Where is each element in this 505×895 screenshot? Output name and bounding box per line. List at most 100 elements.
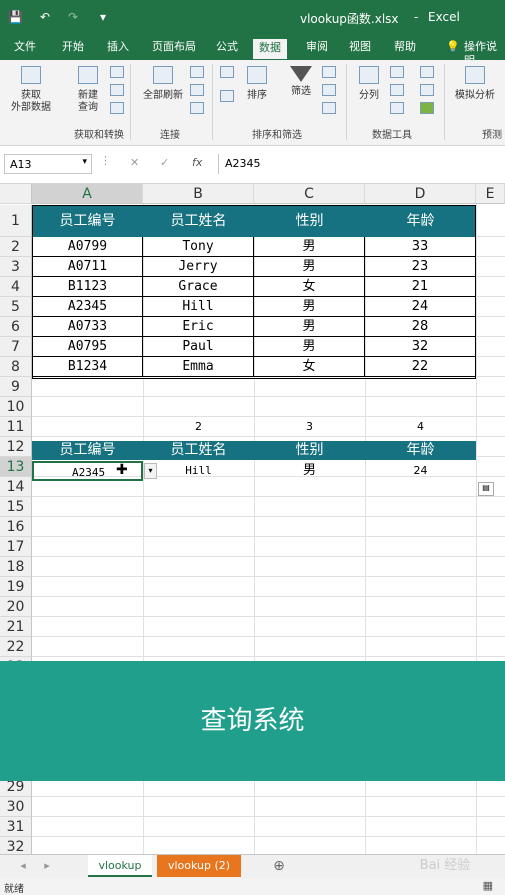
- row-header-11[interactable]: 11: [0, 417, 32, 437]
- redo-icon[interactable]: ↷: [68, 10, 78, 24]
- scroll-left-icon[interactable]: ◂: [16, 855, 30, 877]
- tab-help[interactable]: 帮助: [388, 40, 422, 60]
- edit-links-icon[interactable]: [190, 102, 204, 114]
- show-queries-icon[interactable]: [110, 66, 124, 78]
- chevron-down-icon[interactable]: ▾: [82, 157, 87, 167]
- column-header-d[interactable]: D: [365, 184, 476, 204]
- tab-home[interactable]: 开始: [56, 40, 90, 60]
- recent-sources-icon[interactable]: [110, 102, 124, 114]
- cell-age[interactable]: 28: [365, 317, 476, 337]
- tab-page-layout[interactable]: 页面布局: [146, 40, 202, 60]
- cell-employee-name[interactable]: Hill: [143, 297, 254, 317]
- row-header-3[interactable]: 3: [0, 257, 32, 277]
- cell-gender[interactable]: 女: [254, 277, 365, 297]
- undo-icon[interactable]: ↶: [40, 10, 50, 24]
- row-header-32[interactable]: 32: [0, 837, 32, 854]
- cell-gender[interactable]: 男: [254, 237, 365, 257]
- sort-desc-button[interactable]: [218, 90, 236, 108]
- tab-file[interactable]: 文件: [8, 40, 42, 60]
- cell-gender[interactable]: 男: [254, 337, 365, 357]
- formula-input[interactable]: A2345: [218, 154, 505, 174]
- sort-button[interactable]: 排序: [240, 66, 274, 102]
- row-header-31[interactable]: 31: [0, 817, 32, 837]
- cell-age[interactable]: 22: [365, 357, 476, 377]
- get-data-button[interactable]: 获取 外部数据: [6, 66, 56, 114]
- page-layout-icon[interactable]: ▦: [483, 879, 493, 892]
- row-header-18[interactable]: 18: [0, 557, 32, 577]
- cell-age[interactable]: 23: [365, 257, 476, 277]
- paste-options-icon[interactable]: ▤: [478, 482, 494, 496]
- tab-data[interactable]: 数据: [253, 39, 287, 59]
- cell-employee-id[interactable]: A0799: [32, 237, 143, 257]
- cell-age[interactable]: 32: [365, 337, 476, 357]
- new-query-button[interactable]: 新建 查询: [70, 66, 106, 114]
- filter-button[interactable]: 筛选: [284, 66, 318, 98]
- connections-icon[interactable]: [190, 66, 204, 78]
- row-header-20[interactable]: 20: [0, 597, 32, 617]
- row-header-13[interactable]: 13: [0, 457, 32, 477]
- cell-gender[interactable]: 男: [254, 317, 365, 337]
- scroll-right-icon[interactable]: ▸: [40, 855, 54, 877]
- row-header-1[interactable]: 1: [0, 205, 32, 237]
- cell-employee-name[interactable]: Tony: [143, 237, 254, 257]
- cell-employee-id[interactable]: A0795: [32, 337, 143, 357]
- cell-age[interactable]: 24: [365, 297, 476, 317]
- reapply-icon[interactable]: [322, 84, 336, 96]
- row-header-7[interactable]: 7: [0, 337, 32, 357]
- column-header-a[interactable]: A: [32, 184, 143, 204]
- save-icon[interactable]: 💾: [8, 10, 23, 24]
- clear-filter-icon[interactable]: [322, 66, 336, 78]
- cell-employee-id[interactable]: A2345: [32, 297, 143, 317]
- row-header-16[interactable]: 16: [0, 517, 32, 537]
- cancel-icon[interactable]: ✕: [130, 156, 139, 169]
- cell-employee-id[interactable]: B1234: [32, 357, 143, 377]
- row-header-5[interactable]: 5: [0, 297, 32, 317]
- row-header-15[interactable]: 15: [0, 497, 32, 517]
- cell-employee-id[interactable]: B1123: [32, 277, 143, 297]
- name-box[interactable]: A13 ▾: [4, 154, 92, 174]
- lookup-result-name[interactable]: Hill: [143, 461, 254, 481]
- row-header-8[interactable]: 8: [0, 357, 32, 377]
- tab-tell-me[interactable]: 操作说明: [458, 40, 505, 67]
- cell-gender[interactable]: 男: [254, 297, 365, 317]
- properties-icon[interactable]: [190, 84, 204, 96]
- index-cell-c11[interactable]: 3: [254, 420, 365, 438]
- cell-age[interactable]: 33: [365, 237, 476, 257]
- more-options-icon[interactable]: ⋮: [100, 154, 111, 167]
- lookup-header-employee-name[interactable]: 员工姓名: [143, 441, 254, 460]
- tab-insert[interactable]: 插入: [101, 40, 135, 60]
- sort-asc-button[interactable]: [218, 66, 236, 84]
- lookup-header-gender[interactable]: 性别: [254, 441, 365, 460]
- row-header-9[interactable]: 9: [0, 377, 32, 397]
- lookup-header-employee-id[interactable]: 员工编号: [32, 441, 143, 460]
- row-header-14[interactable]: 14: [0, 477, 32, 497]
- table-header-gender[interactable]: 性别: [254, 205, 365, 237]
- column-header-c[interactable]: C: [254, 184, 365, 204]
- cell-employee-name[interactable]: Grace: [143, 277, 254, 297]
- row-header-21[interactable]: 21: [0, 617, 32, 637]
- row-header-17[interactable]: 17: [0, 537, 32, 557]
- manage-model-icon[interactable]: [420, 102, 434, 114]
- cell-employee-name[interactable]: Jerry: [143, 257, 254, 277]
- row-header-22[interactable]: 22: [0, 637, 32, 657]
- cell-employee-id[interactable]: A0733: [32, 317, 143, 337]
- insert-function-icon[interactable]: fx: [192, 156, 202, 169]
- add-sheet-icon[interactable]: ⊕: [268, 855, 290, 877]
- select-all-corner[interactable]: [0, 184, 32, 204]
- table-header-employee-id[interactable]: 员工编号: [32, 205, 143, 237]
- relationships-icon[interactable]: [420, 84, 434, 96]
- tab-view[interactable]: 视图: [343, 40, 377, 60]
- table-header-employee-name[interactable]: 员工姓名: [143, 205, 254, 237]
- confirm-icon[interactable]: ✓: [160, 156, 169, 169]
- data-validation-icon[interactable]: [390, 102, 404, 114]
- cell-gender[interactable]: 男: [254, 257, 365, 277]
- table-header-age[interactable]: 年龄: [365, 205, 476, 237]
- cell-employee-id[interactable]: A0711: [32, 257, 143, 277]
- row-header-30[interactable]: 30: [0, 797, 32, 817]
- whatif-button[interactable]: 模拟分析: [450, 66, 500, 102]
- cell-employee-name[interactable]: Paul: [143, 337, 254, 357]
- tab-formulas[interactable]: 公式: [210, 40, 244, 60]
- tab-review[interactable]: 审阅: [300, 40, 334, 60]
- sheet-tab-vlookup-2[interactable]: vlookup (2): [157, 855, 241, 877]
- consolidate-icon[interactable]: [420, 66, 434, 78]
